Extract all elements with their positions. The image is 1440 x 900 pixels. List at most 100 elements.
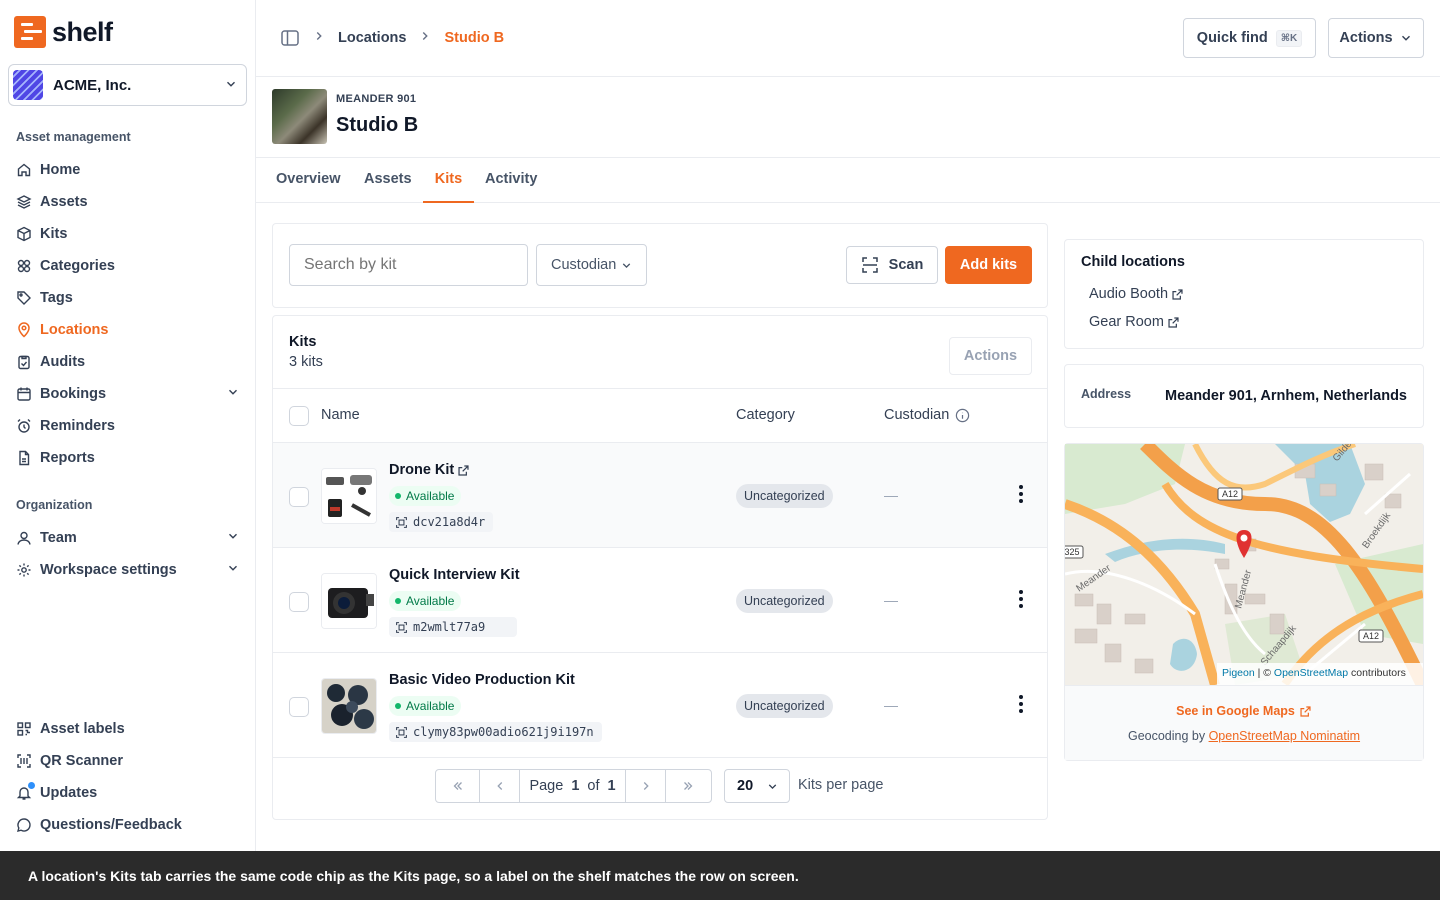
row-menu-icon[interactable]	[1013, 484, 1029, 504]
first-page-button[interactable]	[436, 770, 480, 802]
row-menu-icon[interactable]	[1013, 589, 1029, 609]
code-chip[interactable]: m2wmlt77a9	[389, 617, 517, 637]
code-chip[interactable]: dcv21a8d4r	[389, 512, 494, 532]
google-maps-link[interactable]: See in Google Maps	[1065, 704, 1423, 718]
chevron-down-icon[interactable]	[226, 561, 240, 579]
kit-name-link[interactable]: Quick Interview Kit	[389, 567, 520, 583]
location-image[interactable]	[272, 89, 327, 144]
external-link-icon	[1299, 705, 1312, 718]
sidebar-item-reports[interactable]: Reports	[8, 442, 248, 474]
child-location-name: Gear Room	[1089, 314, 1164, 330]
tab-overview[interactable]: Overview	[276, 158, 341, 203]
row-checkbox[interactable]	[289, 487, 309, 507]
workspace-switcher[interactable]: ACME, Inc.	[8, 64, 247, 106]
top-bar: Locations Studio B Quick find ⌘K Actions	[256, 0, 1440, 77]
kit-thumbnail[interactable]	[321, 468, 377, 524]
column-header-custodian-label: Custodian	[884, 407, 950, 423]
page-title: Studio B	[336, 114, 419, 136]
location-header: MEANDER 901 Studio B	[256, 77, 1440, 158]
alarm-clock-icon	[16, 418, 32, 434]
sidebar-item-home[interactable]: Home	[8, 154, 248, 186]
column-header-category[interactable]: Category	[736, 407, 795, 423]
select-all-checkbox[interactable]	[289, 406, 309, 426]
child-location-name: Audio Booth	[1089, 286, 1169, 302]
location-map[interactable]: A12 A12 325 Meander Meander Broekdijk Sc…	[1065, 444, 1423, 685]
google-maps-label: See in Google Maps	[1176, 704, 1295, 718]
chevron-down-icon	[224, 77, 238, 94]
sidebar-item-categories[interactable]: Categories	[8, 250, 248, 282]
sidebar-item-audits[interactable]: Audits	[8, 346, 248, 378]
sidebar-item-qr-scanner[interactable]: QR Scanner	[8, 745, 248, 777]
sidebar-toggle-icon[interactable]	[280, 28, 300, 48]
pigeon-link[interactable]: Pigeon	[1222, 667, 1255, 679]
child-location-link-gear-room[interactable]: Gear Room	[1089, 314, 1180, 330]
kit-thumbnail[interactable]	[321, 573, 377, 629]
external-link-icon	[1167, 316, 1180, 329]
code-chip[interactable]: clymy83pw00adio621j9i197n	[389, 722, 602, 742]
previous-page-button[interactable]	[480, 770, 520, 802]
attribution-separator: | ©	[1255, 667, 1274, 679]
nominatim-link[interactable]: OpenStreetMap Nominatim	[1209, 729, 1360, 743]
scan-icon	[861, 256, 879, 274]
custodian-filter-label: Custodian	[551, 257, 617, 273]
column-header-custodian[interactable]: Custodian	[884, 407, 970, 423]
sidebar-item-team[interactable]: Team	[8, 522, 248, 554]
sidebar-item-bookings[interactable]: Bookings	[8, 378, 248, 410]
sidebar-item-asset-labels[interactable]: Asset labels	[8, 713, 248, 745]
child-locations-card: Child locations Audio Booth Gear Room	[1064, 239, 1424, 349]
sidebar-item-tags[interactable]: Tags	[8, 282, 248, 314]
search-input[interactable]	[289, 244, 528, 286]
custodian-filter[interactable]: Custodian	[536, 244, 647, 286]
shelf-logo[interactable]: shelf	[14, 16, 113, 48]
tab-assets[interactable]: Assets	[364, 158, 412, 203]
sidebar-item-assets[interactable]: Assets	[8, 186, 248, 218]
tab-activity[interactable]: Activity	[485, 158, 537, 203]
info-icon[interactable]	[955, 408, 970, 423]
kit-name-link[interactable]: Basic Video Production Kit	[389, 672, 575, 688]
quick-find-button[interactable]: Quick find ⌘K	[1183, 18, 1316, 58]
child-location-link-audio-booth[interactable]: Audio Booth	[1089, 286, 1184, 302]
per-page-value: 20	[737, 778, 754, 794]
chevron-down-icon[interactable]	[226, 529, 240, 547]
kit-code: m2wmlt77a9	[413, 620, 486, 634]
row-checkbox[interactable]	[289, 592, 309, 612]
sidebar-item-label: Questions/Feedback	[40, 817, 182, 833]
chevron-down-icon[interactable]	[226, 385, 240, 403]
pagination: Page 1 of 1	[435, 769, 712, 803]
next-page-button[interactable]	[626, 770, 666, 802]
kit-thumbnail[interactable]	[321, 678, 377, 734]
table-row[interactable]: Basic Video Production Kit Available cly…	[273, 652, 1047, 757]
add-kits-button[interactable]: Add kits	[945, 246, 1032, 284]
clipboard-icon	[16, 354, 32, 370]
sidebar-item-updates[interactable]: Updates	[8, 777, 248, 809]
chevron-down-icon	[1399, 31, 1413, 45]
sidebar-item-questions-feedback[interactable]: Questions/Feedback	[8, 809, 248, 841]
row-menu-icon[interactable]	[1013, 694, 1029, 714]
header-actions-button[interactable]: Actions	[1328, 18, 1424, 58]
sidebar-item-locations[interactable]: Locations	[8, 314, 248, 346]
breadcrumb-locations[interactable]: Locations	[338, 30, 406, 46]
workspace-name: ACME, Inc.	[53, 76, 132, 94]
kit-name-link[interactable]: Drone Kit	[389, 462, 470, 478]
location-tabs: Overview Assets Kits Activity	[256, 158, 1440, 203]
last-page-button[interactable]	[666, 770, 710, 802]
scan-icon	[16, 753, 32, 769]
map-road-325: 325	[1065, 547, 1080, 557]
chevron-right-icon	[418, 29, 432, 47]
sidebar-item-reminders[interactable]: Reminders	[8, 410, 248, 442]
column-header-name[interactable]: Name	[321, 407, 360, 423]
sidebar-item-kits[interactable]: Kits	[8, 218, 248, 250]
per-page-select[interactable]: 20	[724, 769, 790, 803]
table-row[interactable]: Drone Kit Available dcv21a8d4r Uncategor…	[273, 442, 1047, 547]
scan-button[interactable]: Scan	[846, 246, 938, 284]
kits-table: Kits 3 kits Actions Name Category Custod…	[272, 315, 1048, 820]
bell-icon	[16, 782, 35, 801]
breadcrumb-current: Studio B	[444, 30, 505, 46]
table-row[interactable]: Quick Interview Kit Available m2wmlt77a9…	[273, 547, 1047, 652]
sidebar-item-workspace-settings[interactable]: Workspace settings	[8, 554, 248, 586]
row-checkbox[interactable]	[289, 697, 309, 717]
assets-icon	[16, 194, 32, 210]
tab-kits[interactable]: Kits	[423, 158, 474, 203]
openstreetmap-link[interactable]: OpenStreetMap	[1274, 667, 1348, 679]
table-actions-button[interactable]: Actions	[949, 337, 1032, 375]
